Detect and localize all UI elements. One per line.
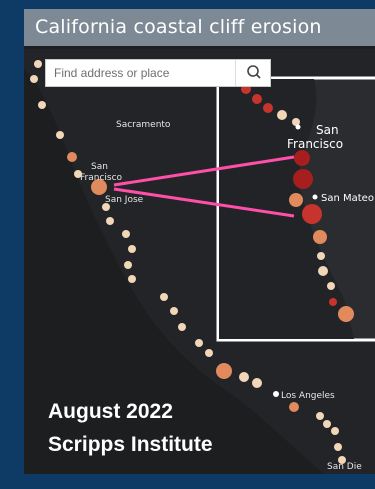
cliff-marker[interactable] (56, 131, 64, 139)
cliff-marker[interactable] (216, 363, 232, 379)
cliff-marker[interactable] (128, 275, 136, 283)
search-icon (247, 65, 261, 79)
label-san-francisco-1: San (91, 162, 108, 172)
map-view[interactable]: Sacramento San Francisco San Jose Los An… (24, 9, 375, 474)
inset-marker[interactable] (318, 266, 328, 276)
search-button[interactable] (235, 60, 270, 86)
label-los-angeles: Los Angeles (281, 391, 335, 401)
slide-frame: Sacramento San Francisco San Jose Los An… (0, 0, 375, 489)
search-box (45, 59, 271, 87)
label-sacramento: Sacramento (116, 120, 171, 130)
inset-city-dot (312, 194, 318, 200)
cliff-marker[interactable] (195, 339, 203, 347)
cliff-marker[interactable] (160, 293, 168, 301)
cliff-marker[interactable] (67, 152, 77, 162)
cliff-marker[interactable] (122, 230, 130, 238)
inset-marker[interactable] (293, 169, 313, 189)
search-input[interactable] (54, 64, 244, 82)
cliff-marker[interactable] (106, 217, 114, 225)
cliff-marker[interactable] (334, 443, 342, 451)
label-san-diego: San Die (327, 462, 362, 472)
inset-marker[interactable] (317, 252, 325, 260)
inset-marker[interactable] (329, 298, 337, 306)
cliff-marker[interactable] (316, 412, 324, 420)
inset-label-san-francisco-2: Francisco (287, 137, 343, 151)
caption-date: August 2022 (48, 400, 173, 423)
cliff-marker[interactable] (252, 378, 262, 388)
inset-city-dot (295, 124, 301, 130)
cliff-marker[interactable] (205, 349, 213, 357)
inset-marker[interactable] (313, 230, 327, 244)
inset-marker[interactable] (294, 150, 310, 166)
inset-marker[interactable] (252, 94, 262, 104)
inset-marker[interactable] (289, 193, 303, 207)
cliff-marker[interactable] (239, 372, 249, 382)
map-title: California coastal cliff erosion (35, 16, 322, 38)
cliff-marker[interactable] (323, 420, 331, 428)
cliff-marker[interactable] (30, 75, 38, 83)
cliff-marker[interactable] (331, 427, 339, 435)
cliff-marker[interactable] (178, 323, 186, 331)
cliff-marker[interactable] (34, 60, 42, 68)
inset-marker[interactable] (277, 110, 287, 120)
inset-marker[interactable] (338, 306, 354, 322)
los-angeles-city-dot (273, 391, 279, 397)
inset-marker[interactable] (263, 103, 273, 113)
label-san-francisco-2: Francisco (80, 173, 123, 183)
title-bar: California coastal cliff erosion (24, 9, 375, 46)
inset-marker[interactable] (327, 282, 335, 290)
cliff-marker[interactable] (128, 245, 136, 253)
inset-label-san-mateo: San Mateo (321, 193, 374, 204)
inset-label-san-francisco-1: San (316, 123, 339, 137)
inset-marker[interactable] (302, 204, 322, 224)
cliff-marker[interactable] (124, 261, 132, 269)
label-san-jose: San Jose (105, 195, 144, 205)
caption-source: Scripps Institute (48, 433, 213, 456)
cliff-marker[interactable] (170, 307, 178, 315)
cliff-marker[interactable] (38, 101, 46, 109)
cliff-marker[interactable] (289, 402, 299, 412)
